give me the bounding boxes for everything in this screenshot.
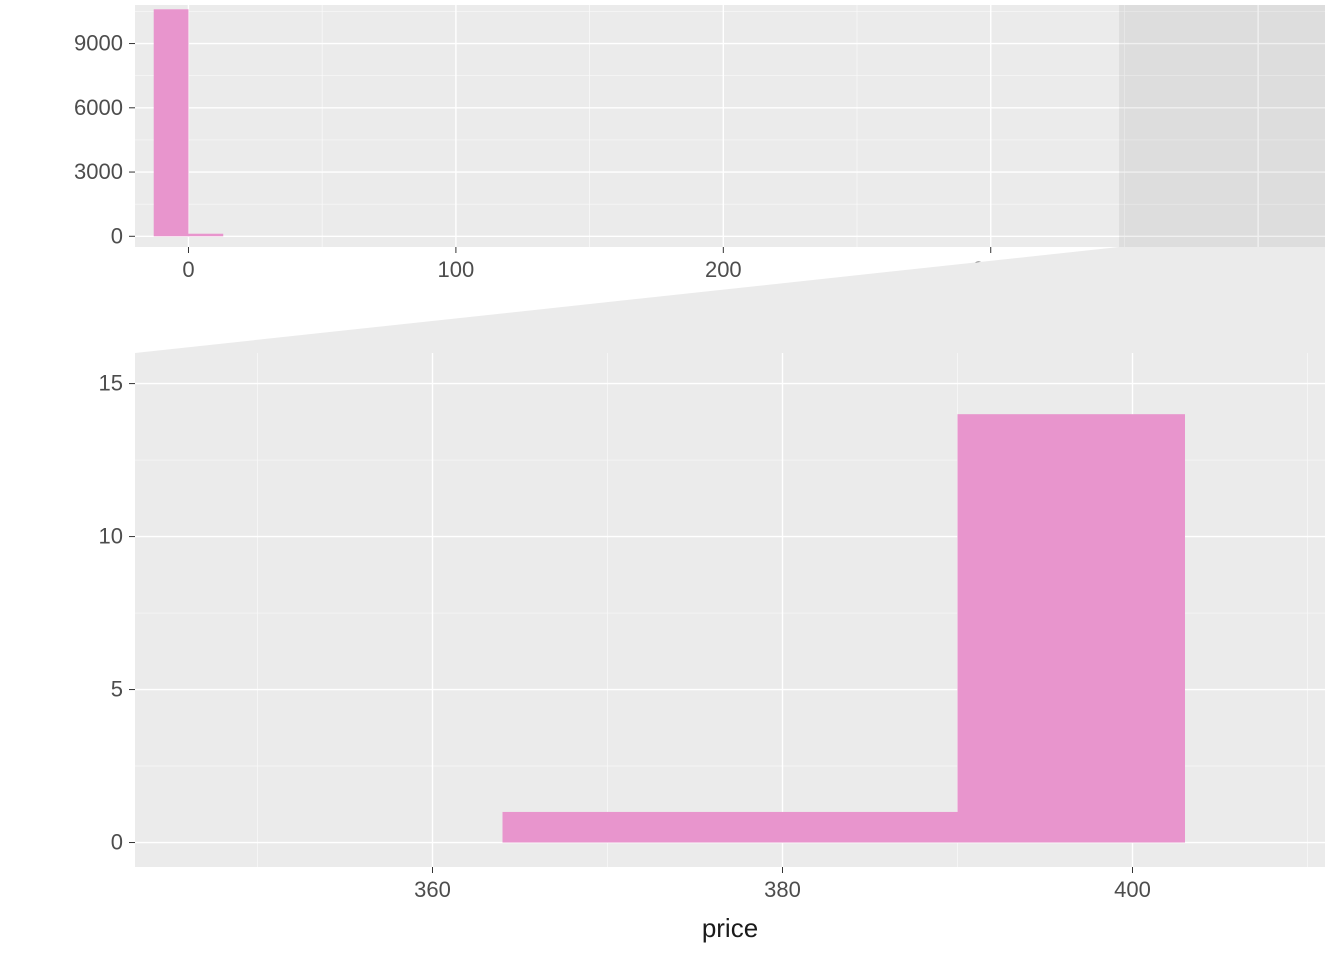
y-tick-label: 9000 bbox=[74, 31, 123, 56]
bar bbox=[188, 234, 223, 237]
y-tick-label: 6000 bbox=[74, 95, 123, 120]
y-tick-label: 5 bbox=[111, 677, 123, 702]
bar bbox=[730, 812, 958, 843]
y-tick-label: 3000 bbox=[74, 159, 123, 184]
y-tick-label: 0 bbox=[111, 830, 123, 855]
x-tick-label: 380 bbox=[764, 877, 801, 902]
x-tick-label: 360 bbox=[414, 877, 451, 902]
bar bbox=[154, 9, 189, 236]
x-tick-label: 100 bbox=[438, 257, 475, 282]
x-tick-label: 400 bbox=[1114, 877, 1151, 902]
x-tick-label: 200 bbox=[705, 257, 742, 282]
zoom-window-shade bbox=[1119, 5, 1325, 247]
x-tick-label: 0 bbox=[182, 257, 194, 282]
y-tick-label: 0 bbox=[111, 223, 123, 248]
bar bbox=[958, 414, 1186, 842]
y-tick-label: 10 bbox=[99, 524, 123, 549]
y-tick-label: 15 bbox=[99, 371, 123, 396]
x-axis-label: price bbox=[702, 913, 758, 943]
bar bbox=[503, 812, 731, 843]
